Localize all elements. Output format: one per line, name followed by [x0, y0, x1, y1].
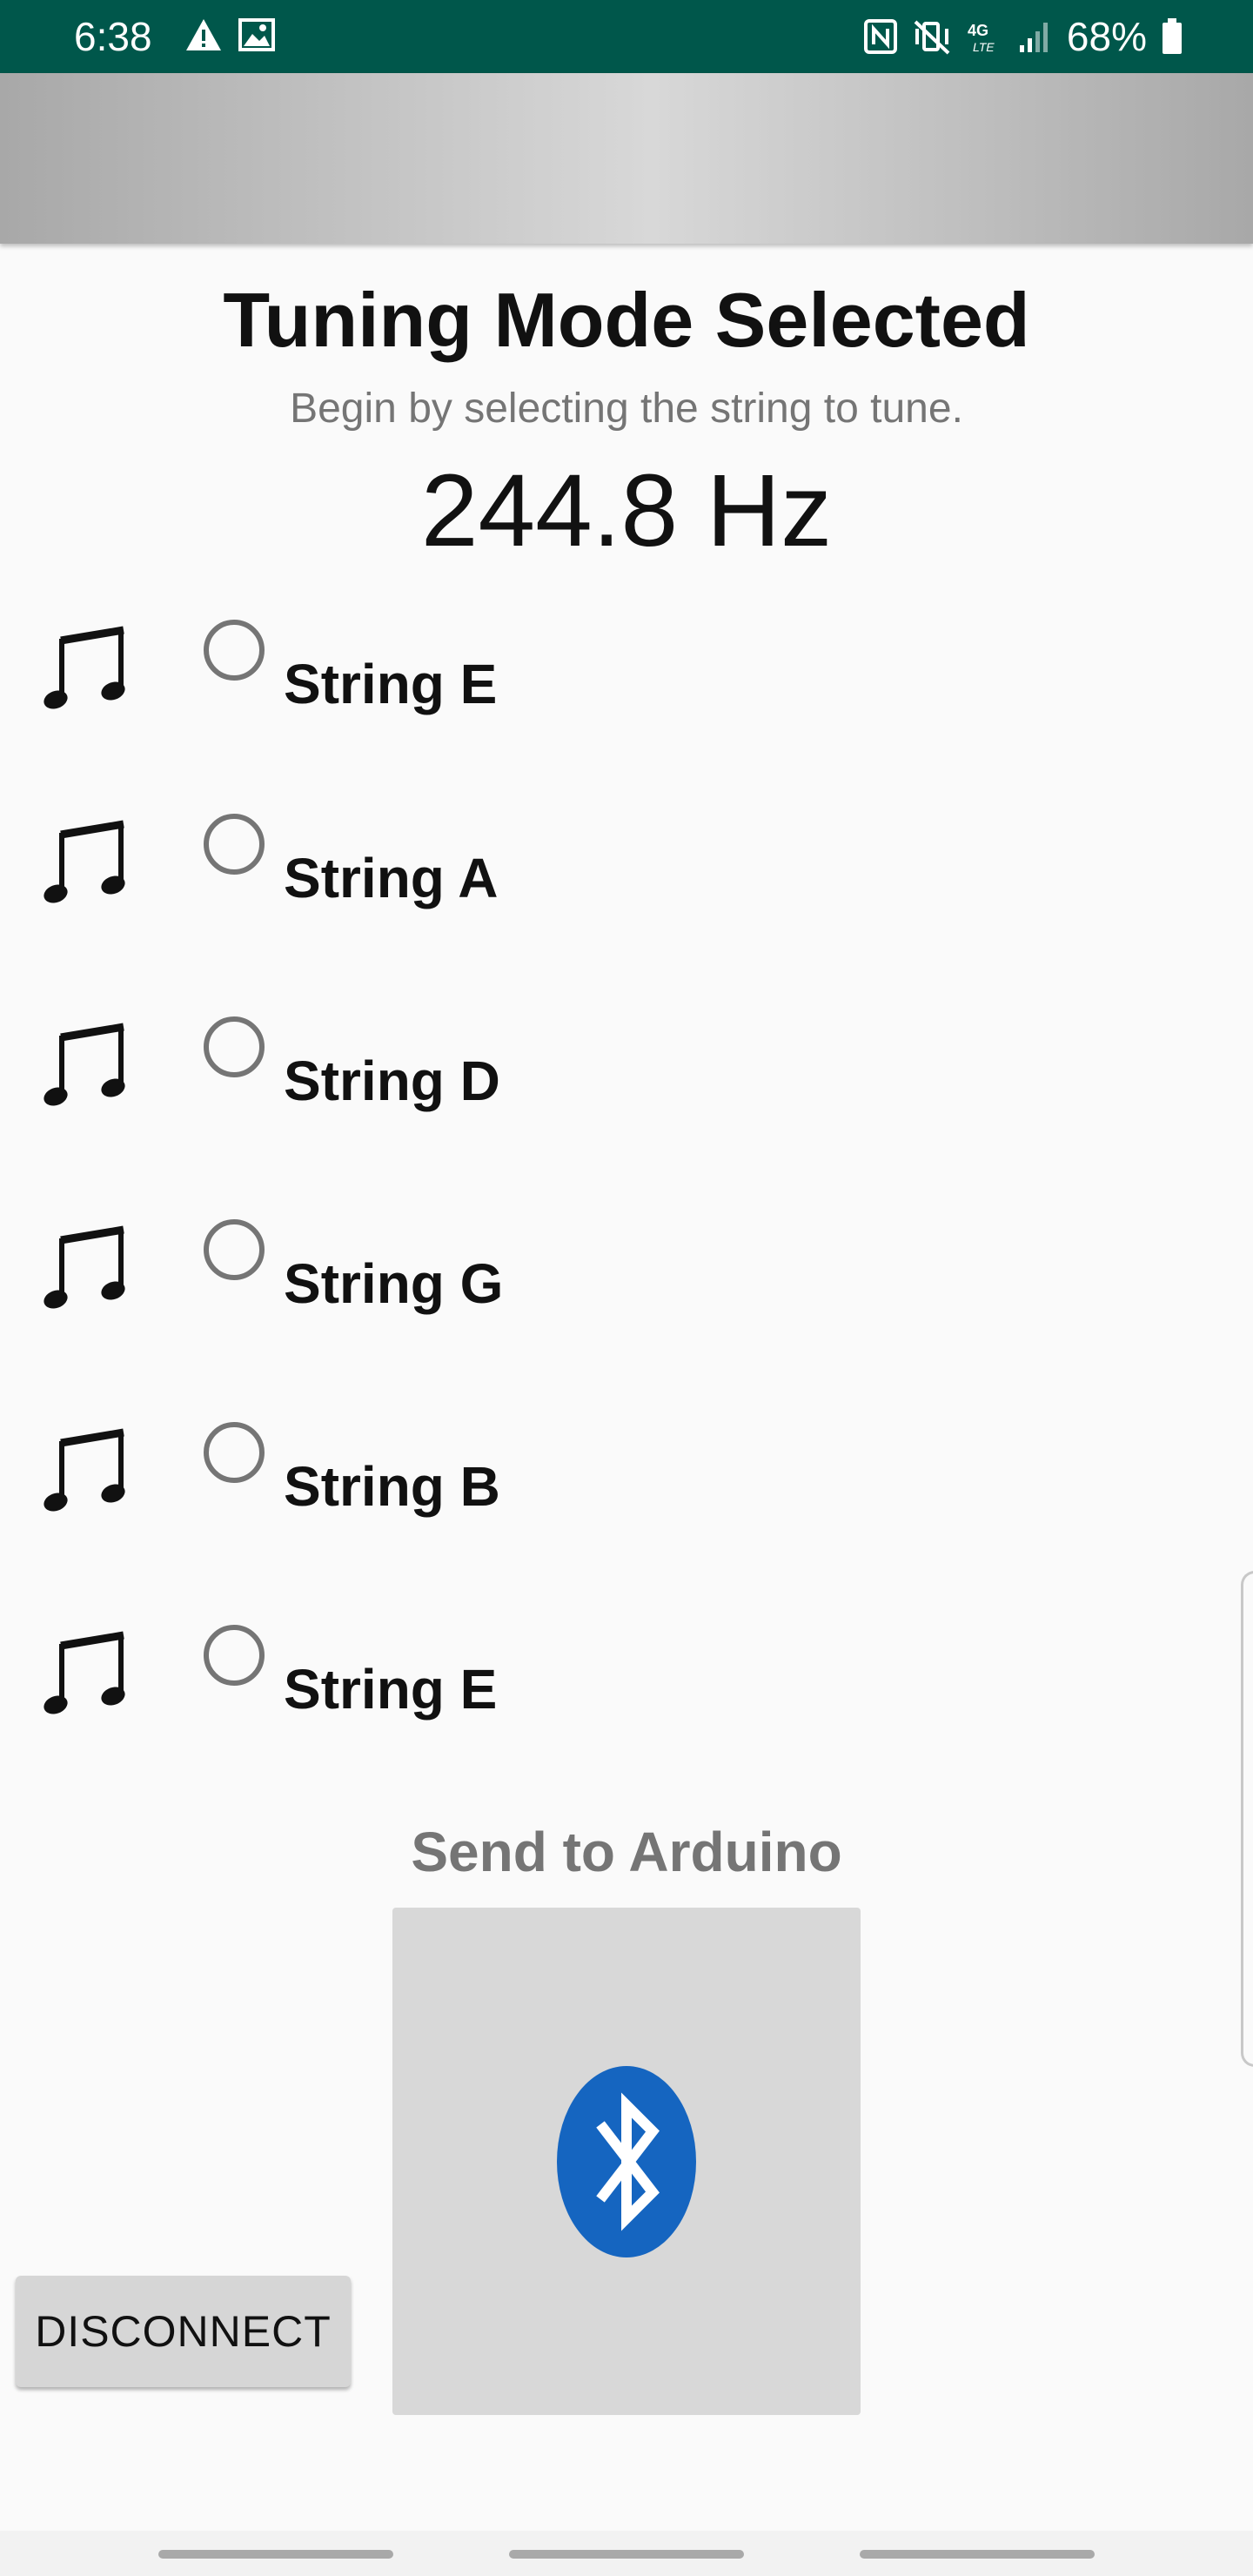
music-note-icon: [44, 626, 125, 709]
app-bar: [0, 73, 1253, 244]
warning-icon: [186, 19, 221, 50]
string-radio[interactable]: [204, 620, 265, 681]
string-label: String E: [284, 1658, 498, 1721]
navigation-bar: [0, 2531, 1253, 2576]
edge-panel-handle[interactable]: [1241, 1571, 1253, 2067]
bluetooth-icon: [557, 2065, 696, 2257]
music-note-icon: [44, 820, 125, 903]
string-radio[interactable]: [204, 1016, 265, 1077]
music-note-icon: [44, 1225, 125, 1309]
string-label: String G: [284, 1252, 504, 1315]
string-label: String D: [284, 1050, 500, 1112]
music-note-icon: [44, 1631, 125, 1714]
status-right: 4G LTE 68%: [863, 10, 1183, 63]
status-left-icons: [184, 17, 275, 52]
string-label: String B: [284, 1455, 500, 1518]
nav-back-button[interactable]: [860, 2550, 1095, 2559]
string-radio[interactable]: [204, 1625, 265, 1686]
nav-home-button[interactable]: [509, 2550, 744, 2559]
string-row-4[interactable]: String G: [0, 1219, 870, 1376]
page-subtitle: Begin by selecting the string to tune.: [290, 386, 963, 432]
string-row-3[interactable]: String D: [0, 1016, 870, 1173]
vibrate-mute-icon: [914, 20, 950, 55]
status-time: 6:38: [74, 14, 152, 59]
svg-text:LTE: LTE: [973, 40, 995, 54]
signal-icon: [1019, 23, 1048, 52]
battery-percent: 68%: [1066, 14, 1147, 59]
send-bluetooth-button[interactable]: [392, 1908, 861, 2415]
string-radio[interactable]: [204, 1219, 265, 1280]
frequency-readout: 244.8 Hz: [420, 453, 833, 568]
string-label: String E: [284, 653, 498, 715]
send-to-arduino-label: Send to Arduino: [411, 1821, 842, 1883]
nfc-icon: [863, 19, 897, 54]
disconnect-button[interactable]: DISCONNECT: [16, 2276, 351, 2387]
nav-recents-button[interactable]: [158, 2550, 393, 2559]
image-icon: [238, 18, 275, 51]
music-note-icon: [44, 1023, 125, 1106]
string-row-2[interactable]: String A: [0, 814, 870, 970]
lte-icon: 4G LTE: [968, 22, 995, 54]
page-title: Tuning Mode Selected: [223, 277, 1030, 363]
string-row-6[interactable]: String E: [0, 1625, 870, 1781]
string-radio[interactable]: [204, 1422, 265, 1483]
battery-icon: [1163, 18, 1182, 54]
string-radio[interactable]: [204, 814, 265, 875]
string-label: String A: [284, 847, 499, 909]
svg-text:4G: 4G: [968, 22, 988, 39]
music-note-icon: [44, 1428, 125, 1512]
string-row-5[interactable]: String B: [0, 1422, 870, 1579]
string-row-1[interactable]: String E: [0, 620, 870, 776]
status-bar: 6:38 4G LTE 68%: [0, 0, 1253, 73]
